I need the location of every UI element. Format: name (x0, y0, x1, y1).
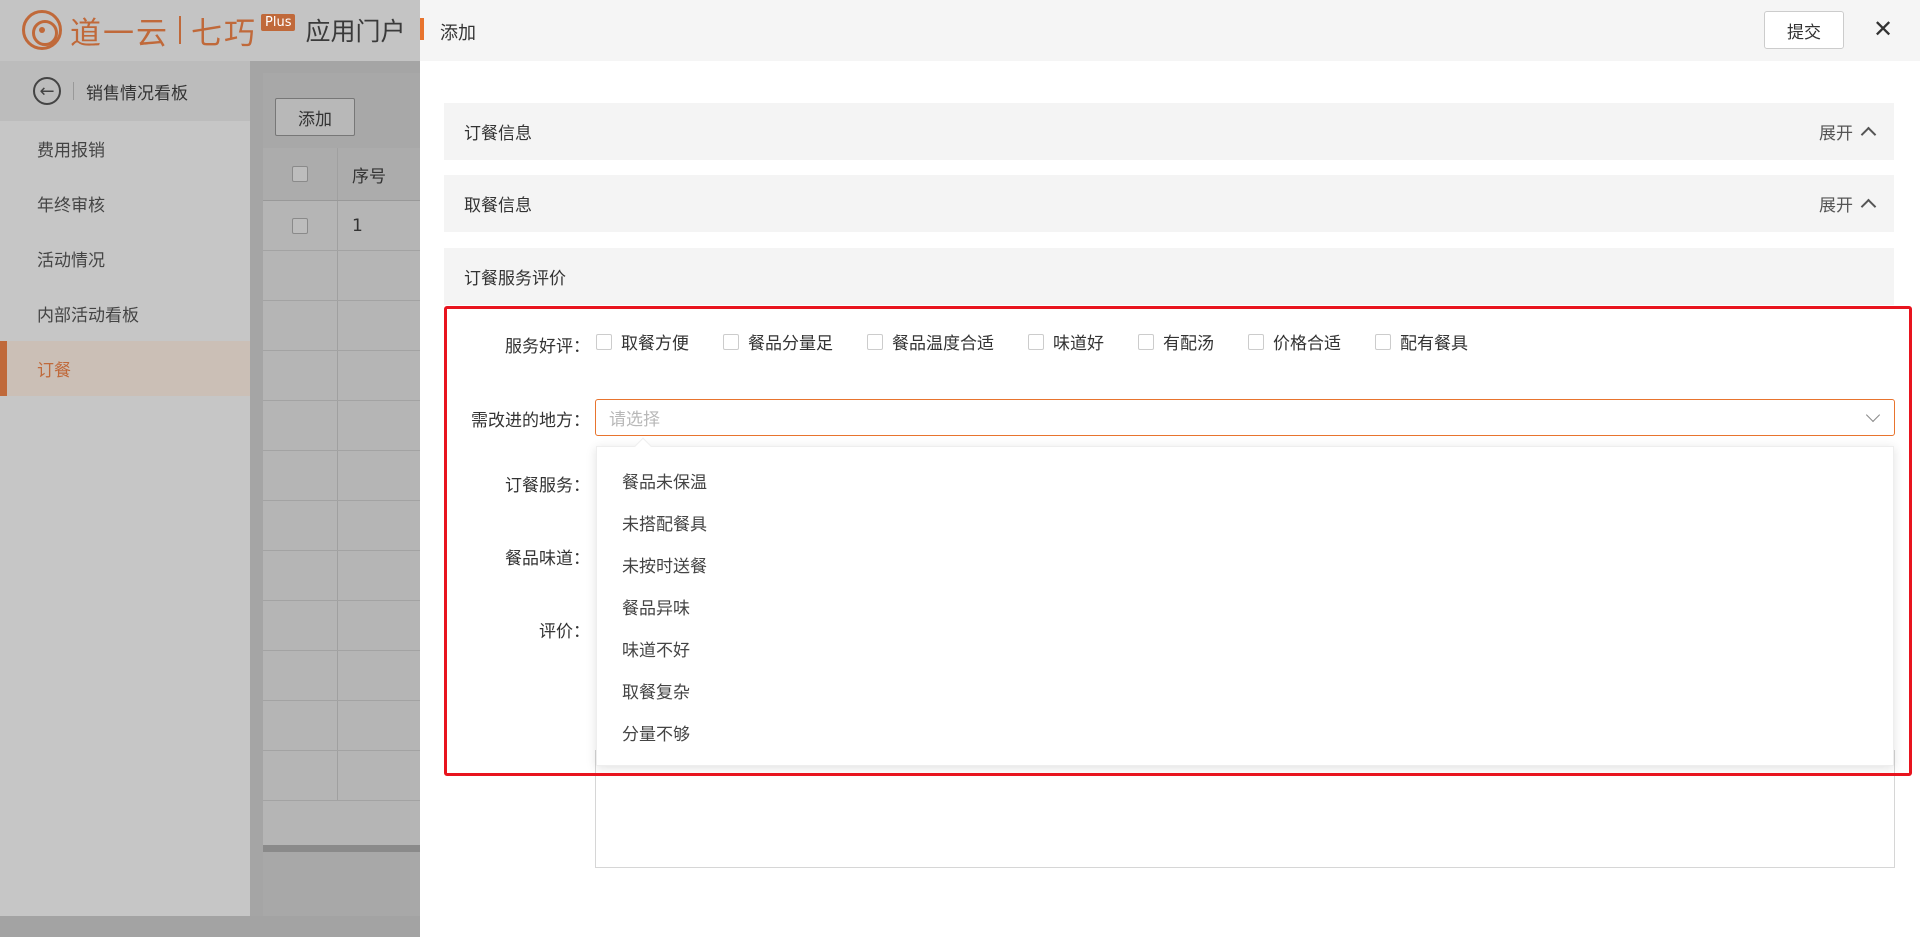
improve-label: 需改进的地方： (471, 411, 590, 431)
column-header-index: 序号 (352, 166, 386, 187)
chevron-down-icon (1865, 407, 1881, 423)
chevron-up-icon (1860, 198, 1877, 215)
table-row (263, 551, 423, 601)
service-praise-checkbox-group: 取餐方便 餐品分量足 餐品温度合适 味道好 有配汤 价格合适 配有餐具 (596, 329, 1502, 354)
checkbox[interactable] (1248, 333, 1264, 350)
improve-select[interactable]: 请选择 (595, 399, 1895, 436)
table-row (263, 501, 423, 551)
sidebar-item-activity[interactable]: 活动情况 (0, 231, 250, 286)
expand-label: 展开 (1819, 196, 1853, 216)
checkbox[interactable] (1375, 333, 1391, 350)
dropdown-option[interactable]: 未按时送餐 (597, 543, 1893, 585)
logo-plus-badge: Plus (261, 14, 296, 31)
logo-divider (179, 16, 181, 44)
checkbox[interactable] (867, 333, 883, 350)
praise-option-ample-portion[interactable]: 餐品分量足 (723, 329, 833, 354)
row-index: 1 (352, 215, 363, 236)
add-button[interactable]: 添加 (275, 98, 355, 136)
option-label: 取餐方便 (621, 334, 689, 354)
table-row (263, 601, 423, 651)
table-row (263, 651, 423, 701)
review-textarea[interactable] (595, 750, 1895, 868)
table-row (263, 751, 423, 801)
sidebar: ← 销售情况看板 费用报销 年终审核 活动情况 内部活动看板 订餐 (0, 61, 250, 916)
drawer-title: 添加 (440, 23, 476, 44)
expand-toggle[interactable]: 展开 (1819, 191, 1877, 216)
dropdown-option[interactable]: 未搭配餐具 (597, 501, 1893, 543)
praise-option-fair-price[interactable]: 价格合适 (1248, 329, 1341, 354)
sidebar-back-title: 销售情况看板 (86, 83, 188, 104)
section-pickup-info[interactable]: 取餐信息 展开 (444, 175, 1894, 232)
dropdown-option[interactable]: 味道不好 (597, 627, 1893, 669)
praise-option-with-cutlery[interactable]: 配有餐具 (1375, 329, 1468, 354)
praise-option-convenient-pickup[interactable]: 取餐方便 (596, 329, 689, 354)
option-label: 配有餐具 (1400, 334, 1468, 354)
checkbox[interactable] (596, 333, 612, 350)
table-row (263, 401, 423, 451)
section-service-review: 订餐服务评价 (444, 248, 1894, 305)
option-label: 味道好 (1053, 334, 1104, 354)
portal-title: 应用门户 (305, 17, 406, 46)
close-icon[interactable]: ✕ (1868, 14, 1898, 44)
select-all-checkbox[interactable] (292, 166, 308, 182)
section-title: 订餐服务评价 (464, 269, 566, 289)
option-label: 餐品分量足 (748, 334, 833, 354)
dropdown-option[interactable]: 分量不够 (597, 711, 1893, 753)
horizontal-scrollbar[interactable] (263, 845, 423, 852)
section-title: 取餐信息 (464, 196, 532, 216)
praise-option-with-soup[interactable]: 有配汤 (1138, 329, 1214, 354)
table-row (263, 251, 423, 301)
checkbox[interactable] (1138, 333, 1154, 350)
table-row (263, 701, 423, 751)
sidebar-item-expense[interactable]: 费用报销 (0, 121, 250, 176)
order-service-label: 订餐服务： (505, 476, 590, 496)
logo-icon (22, 10, 62, 50)
table-row (263, 301, 423, 351)
option-label: 有配汤 (1163, 334, 1214, 354)
drawer-header: 添加 提交 ✕ (420, 0, 1920, 61)
back-arrow-icon[interactable]: ← (33, 77, 61, 105)
logo-brand: 道一云 (70, 15, 169, 52)
praise-option-right-temperature[interactable]: 餐品温度合适 (867, 329, 994, 354)
table-header: 序号 (263, 148, 423, 201)
taste-label: 餐品味道： (505, 549, 590, 569)
section-title: 订餐信息 (464, 124, 532, 144)
review-label: 评价： (539, 622, 590, 642)
select-placeholder: 请选择 (609, 410, 660, 430)
dropdown-option[interactable]: 取餐复杂 (597, 669, 1893, 711)
dropdown-option[interactable]: 餐品异味 (597, 585, 1893, 627)
improve-dropdown-menu: 餐品未保温 未搭配餐具 未按时送餐 餐品异味 味道不好 取餐复杂 分量不够 (596, 437, 1894, 766)
expand-toggle[interactable]: 展开 (1819, 119, 1877, 144)
table-row[interactable]: 1 (263, 201, 423, 251)
title-accent-bar (420, 18, 424, 40)
checkbox[interactable] (723, 333, 739, 350)
checkbox[interactable] (1028, 333, 1044, 350)
praise-option-good-taste[interactable]: 味道好 (1028, 329, 1104, 354)
data-table: 序号 1 (263, 148, 423, 848)
sidebar-header: ← 销售情况看板 (0, 61, 250, 121)
sidebar-item-meal-order[interactable]: 订餐 (0, 341, 250, 396)
option-label: 餐品温度合适 (892, 334, 994, 354)
dropdown-option[interactable]: 餐品未保温 (597, 459, 1893, 501)
sidebar-item-annual-review[interactable]: 年终审核 (0, 176, 250, 231)
divider (73, 82, 74, 100)
option-label: 价格合适 (1273, 334, 1341, 354)
chevron-up-icon (1860, 126, 1877, 143)
app-logo[interactable]: 道一云 七巧 Plus 应用门户 (22, 8, 405, 52)
page-footer (0, 916, 420, 937)
service-praise-label: 服务好评： (505, 337, 590, 357)
table-row (263, 351, 423, 401)
submit-button[interactable]: 提交 (1764, 11, 1844, 49)
sidebar-item-internal-board[interactable]: 内部活动看板 (0, 286, 250, 341)
expand-label: 展开 (1819, 124, 1853, 144)
logo-product: 七巧 (191, 15, 257, 52)
row-checkbox[interactable] (292, 217, 308, 234)
table-row (263, 451, 423, 501)
section-order-info[interactable]: 订餐信息 展开 (444, 103, 1894, 160)
